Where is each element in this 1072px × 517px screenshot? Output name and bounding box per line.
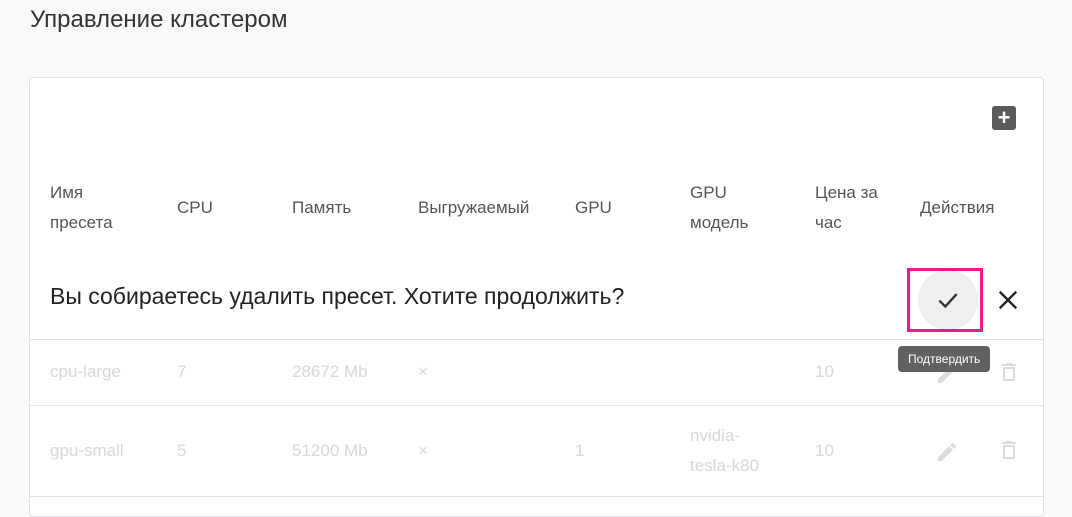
header-cpu: CPU bbox=[177, 198, 213, 217]
presets-card: + Имя пресета CPU Память Выгружаемый GPU… bbox=[29, 77, 1044, 517]
header-actions: Действия bbox=[920, 198, 995, 217]
cell-cpu: 5 bbox=[177, 441, 187, 460]
table-row: gpu-small 5 51200 Mb × 1 nvidia- tesla-k… bbox=[30, 406, 1043, 497]
cell-price: 10 bbox=[815, 362, 834, 381]
cell-name: gpu-small bbox=[50, 441, 124, 460]
trash-icon[interactable] bbox=[997, 360, 1021, 384]
trash-icon[interactable] bbox=[997, 438, 1021, 462]
confirm-tooltip: Подтвердить bbox=[898, 346, 991, 372]
table-row: cpu-large 7 28672 Mb × 10 bbox=[30, 340, 1043, 406]
cell-memory: 51200 Mb bbox=[292, 441, 368, 460]
cancel-button[interactable] bbox=[994, 286, 1022, 314]
confirm-button-highlight bbox=[907, 268, 983, 332]
pencil-icon[interactable] bbox=[935, 440, 959, 464]
confirm-message: Вы собираетесь удалить пресет. Хотите пр… bbox=[50, 283, 625, 309]
cell-preemptible: × bbox=[418, 441, 428, 460]
add-preset-button[interactable]: + bbox=[992, 106, 1016, 130]
header-gpu-model: GPU модель bbox=[690, 183, 749, 232]
close-icon bbox=[998, 290, 1018, 310]
header-preemptible: Выгружаемый bbox=[418, 198, 530, 217]
cell-memory: 28672 Mb bbox=[292, 362, 368, 381]
header-memory: Память bbox=[292, 198, 352, 217]
plus-icon: + bbox=[997, 105, 1011, 130]
cell-price: 10 bbox=[815, 441, 834, 460]
cell-gpu: 1 bbox=[575, 441, 585, 460]
header-name: Имя пресета bbox=[50, 183, 113, 232]
cell-name: cpu-large bbox=[50, 362, 121, 381]
header-gpu: GPU bbox=[575, 198, 612, 217]
cell-gpu-model: nvidia- tesla-k80 bbox=[690, 426, 759, 475]
cell-cpu: 7 bbox=[177, 362, 187, 381]
header-price: Цена за час bbox=[815, 183, 878, 232]
cell-preemptible: × bbox=[418, 362, 428, 381]
page-title: Управление кластером bbox=[30, 6, 288, 33]
